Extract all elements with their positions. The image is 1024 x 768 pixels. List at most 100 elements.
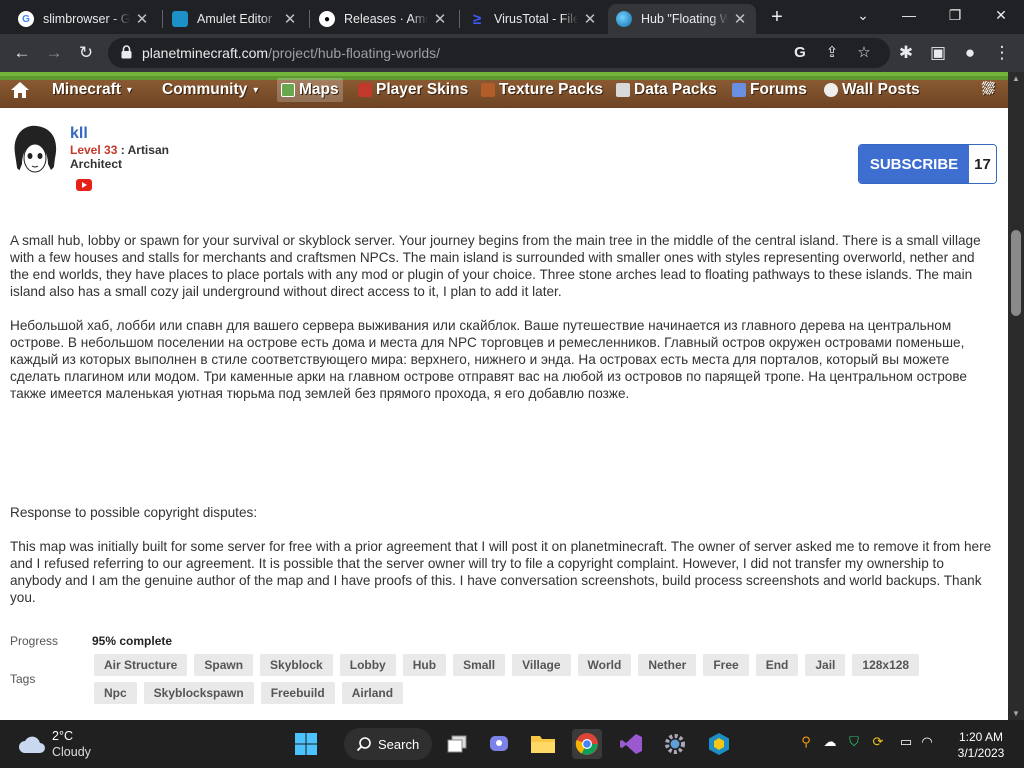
close-window-button[interactable]: ✕	[978, 0, 1024, 32]
home-icon[interactable]	[10, 78, 30, 102]
lock-icon[interactable]	[121, 45, 132, 59]
tag-skyblockspawn[interactable]: Skyblockspawn	[143, 682, 254, 704]
tag-free[interactable]: Free	[703, 654, 749, 676]
teams-chat-icon[interactable]	[484, 729, 514, 759]
tab-separator	[309, 10, 310, 28]
weather-widget[interactable]: 2°C Cloudy	[18, 729, 118, 761]
address-bar[interactable]: planetminecraft.com/project/hub-floating…	[108, 38, 890, 68]
subscribe-button[interactable]: SUBSCRIBE	[859, 145, 969, 183]
tab-virustotal[interactable]: ≥ VirusTotal - File ✕	[461, 4, 606, 34]
chevron-down-icon: ▾	[126, 84, 132, 96]
tab-slimbrowser[interactable]: G slimbrowser - Go ✕	[10, 4, 158, 34]
web-page: Minecraft ▾ Community ▾ Maps Player Skins …	[0, 72, 1008, 720]
task-view-icon[interactable]	[442, 729, 472, 759]
close-tab-icon[interactable]: ✕	[432, 10, 448, 28]
chrome-icon[interactable]	[572, 729, 602, 759]
tag-world[interactable]: World	[577, 654, 632, 676]
visual-studio-icon[interactable]	[616, 729, 646, 759]
search-tray-icon[interactable]: ⚲	[797, 734, 815, 754]
tag-airland[interactable]: Airland	[341, 682, 404, 704]
tag-small[interactable]: Small	[453, 654, 506, 676]
google-lens-icon[interactable]: G	[790, 43, 810, 63]
amulet-taskbar-icon[interactable]	[704, 729, 734, 759]
tab-separator	[162, 10, 163, 28]
sync-icon[interactable]: ⟳	[869, 734, 887, 754]
github-icon: ●	[319, 11, 335, 27]
google-icon: G	[18, 11, 34, 27]
tab-amulet-editor[interactable]: Amulet Editor ✕	[164, 4, 306, 34]
windows-taskbar: 2°C Cloudy Search ⚲ ☁ ⛉ ⟳ ▭ ◠ 1:20 AM 3/…	[0, 720, 1024, 768]
close-tab-icon[interactable]: ✕	[732, 10, 748, 28]
tag-jail[interactable]: Jail	[805, 654, 846, 676]
settings-gear-icon[interactable]	[660, 729, 690, 759]
share-icon[interactable]: ⇪	[822, 43, 842, 63]
cloud-offline-icon[interactable]: ☁	[821, 734, 839, 754]
tag-skyblock[interactable]: Skyblock	[260, 654, 333, 676]
tab-releases[interactable]: ● Releases · Amule ✕	[311, 4, 456, 34]
tag-128x128[interactable]: 128x128	[852, 654, 920, 676]
side-panel-icon[interactable]: ▣	[924, 40, 952, 66]
planetminecraft-icon	[616, 11, 632, 27]
close-tab-icon[interactable]: ✕	[134, 10, 150, 28]
menu-kebab-icon[interactable]: ⋮	[988, 40, 1016, 66]
security-shield-icon[interactable]: ⛉	[845, 734, 863, 754]
display-icon[interactable]: ▭	[897, 734, 915, 754]
tag-freebuild[interactable]: Freebuild	[260, 682, 335, 704]
tag-hub[interactable]: Hub	[402, 654, 447, 676]
progress-value: 95% complete	[92, 634, 173, 648]
tag-npc[interactable]: Npc	[94, 682, 137, 704]
clock-time: 1:20 AM	[958, 730, 1004, 744]
new-tab-button[interactable]: +	[766, 5, 788, 29]
url-host: planetminecraft.com	[142, 45, 269, 61]
chevron-down-icon: ▾	[253, 84, 259, 96]
nav-forums[interactable]: Forums	[732, 78, 807, 102]
taskbar-search[interactable]: Search	[344, 728, 432, 760]
file-explorer-icon[interactable]	[528, 729, 558, 759]
page-scrollbar[interactable]: ▲ ▼	[1008, 72, 1024, 720]
forward-button[interactable]: →	[40, 40, 68, 66]
reload-button[interactable]: ↻	[72, 40, 100, 66]
restore-button[interactable]: ❐	[932, 0, 978, 32]
nav-player-skins[interactable]: Player Skins	[358, 78, 468, 102]
url-path: /project/hub-floating-worlds/	[268, 45, 441, 61]
tag-village[interactable]: Village	[512, 654, 571, 676]
tag-nether[interactable]: Nether	[638, 654, 697, 676]
tag-spawn[interactable]: Spawn	[194, 654, 254, 676]
nav-community[interactable]: Community ▾	[162, 78, 258, 102]
disable-ads-icon[interactable]: ⛆	[982, 78, 995, 102]
copyright-heading: Response to possible copyright disputes:	[10, 505, 258, 520]
nav-wall-posts[interactable]: Wall Posts	[824, 78, 920, 102]
back-button[interactable]: ←	[8, 40, 36, 66]
scroll-up-arrow[interactable]: ▲	[1008, 74, 1024, 83]
nav-minecraft[interactable]: Minecraft ▾	[52, 78, 132, 102]
author-name[interactable]: kll	[70, 125, 88, 143]
author-rank: Architect	[70, 157, 123, 171]
youtube-icon[interactable]	[76, 179, 92, 191]
tag-air-structure[interactable]: Air Structure	[94, 654, 188, 676]
brush-icon	[481, 83, 495, 97]
tag-list: Air Structure Spawn Skyblock Lobby Hub S…	[94, 654, 924, 704]
tab-hub-floating-worlds[interactable]: Hub "Floating W ✕	[608, 4, 756, 34]
tab-search-icon[interactable]: ⌄	[840, 0, 886, 32]
author-avatar[interactable]	[10, 124, 60, 176]
volume-icon[interactable]	[922, 734, 940, 754]
system-clock[interactable]: 1:20 AM 3/1/2023	[946, 729, 1016, 761]
nav-maps[interactable]: Maps	[277, 78, 343, 102]
nav-texture-packs[interactable]: Texture Packs	[481, 78, 603, 102]
profile-icon[interactable]: ●	[956, 40, 984, 66]
close-tab-icon[interactable]: ✕	[582, 10, 598, 28]
scroll-down-arrow[interactable]: ▼	[1008, 709, 1024, 718]
scrollbar-thumb[interactable]	[1011, 230, 1021, 316]
windows-start-icon[interactable]	[291, 729, 321, 759]
minimize-button[interactable]: —	[886, 0, 932, 32]
tag-end[interactable]: End	[755, 654, 799, 676]
extensions-icon[interactable]: ✱	[892, 40, 920, 66]
project-content: kll Level 33 : Artisan Architect SUBSCRI…	[0, 108, 1008, 720]
wall-post-icon	[824, 83, 838, 97]
bookmark-star-icon[interactable]: ☆	[854, 43, 874, 63]
weather-temperature: 2°C	[52, 729, 73, 743]
url-text[interactable]: planetminecraft.com/project/hub-floating…	[142, 45, 440, 61]
close-tab-icon[interactable]: ✕	[282, 10, 298, 28]
nav-data-packs[interactable]: Data Packs	[616, 78, 717, 102]
tag-lobby[interactable]: Lobby	[339, 654, 396, 676]
